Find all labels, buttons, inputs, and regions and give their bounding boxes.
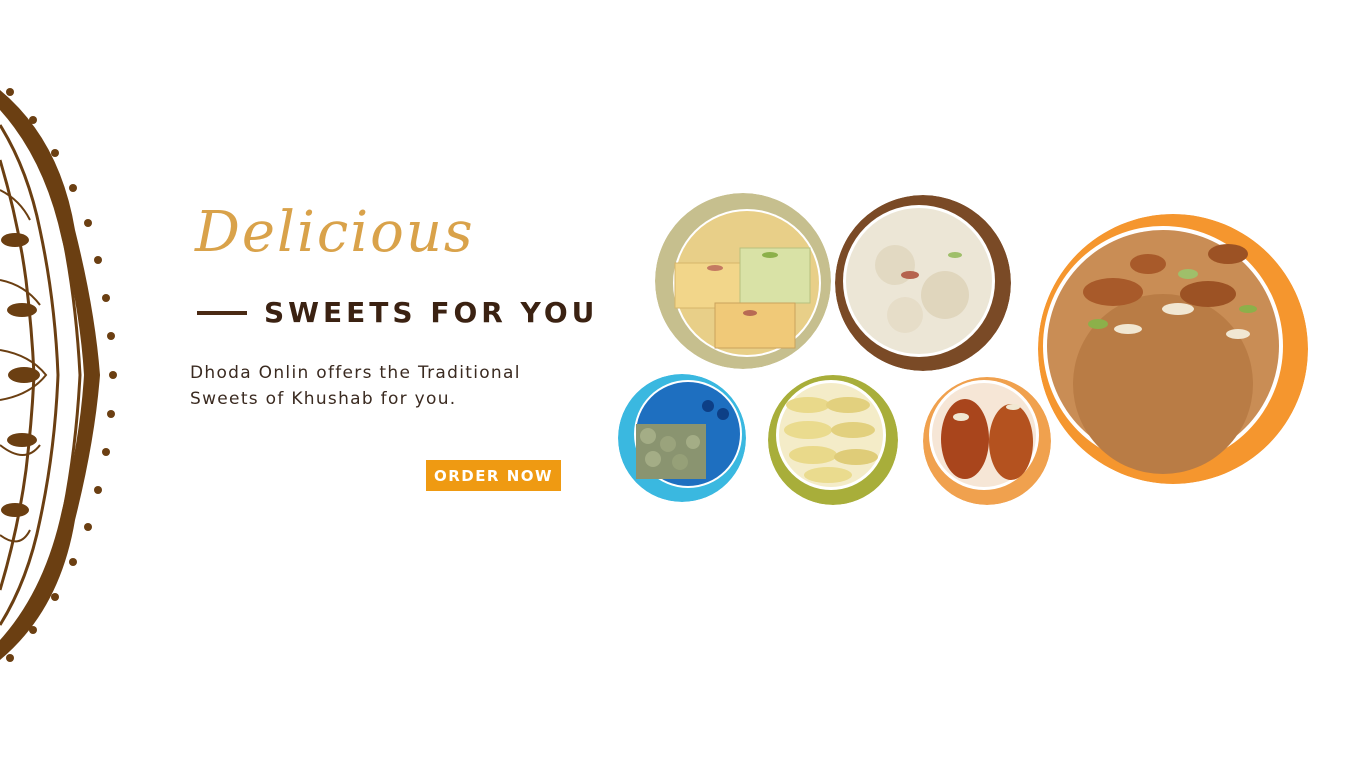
green-sweets-image (618, 374, 746, 502)
patisa-image (768, 375, 898, 505)
title-dash-divider (197, 310, 247, 315)
hero-description-line-1: Dhoda Onlin offers the Traditional (190, 363, 521, 383)
hero-description-line-2: Sweets of Khushab for you. (190, 389, 457, 409)
halwa-image (835, 195, 1011, 371)
order-now-button[interactable]: ORDER NOW (426, 460, 561, 491)
barfi-image (655, 193, 831, 369)
hero-description: Dhoda Onlin offers the Traditional Sweet… (190, 360, 590, 412)
hero-subtitle: SWEETS FOR YOU (264, 296, 599, 329)
mandala-ornament (0, 88, 117, 662)
hero-title: Delicious (195, 200, 475, 265)
gulab-jamun-image (923, 377, 1051, 505)
subtitle-row: SWEETS FOR YOU (197, 296, 598, 329)
dhoda-image (1038, 214, 1308, 484)
